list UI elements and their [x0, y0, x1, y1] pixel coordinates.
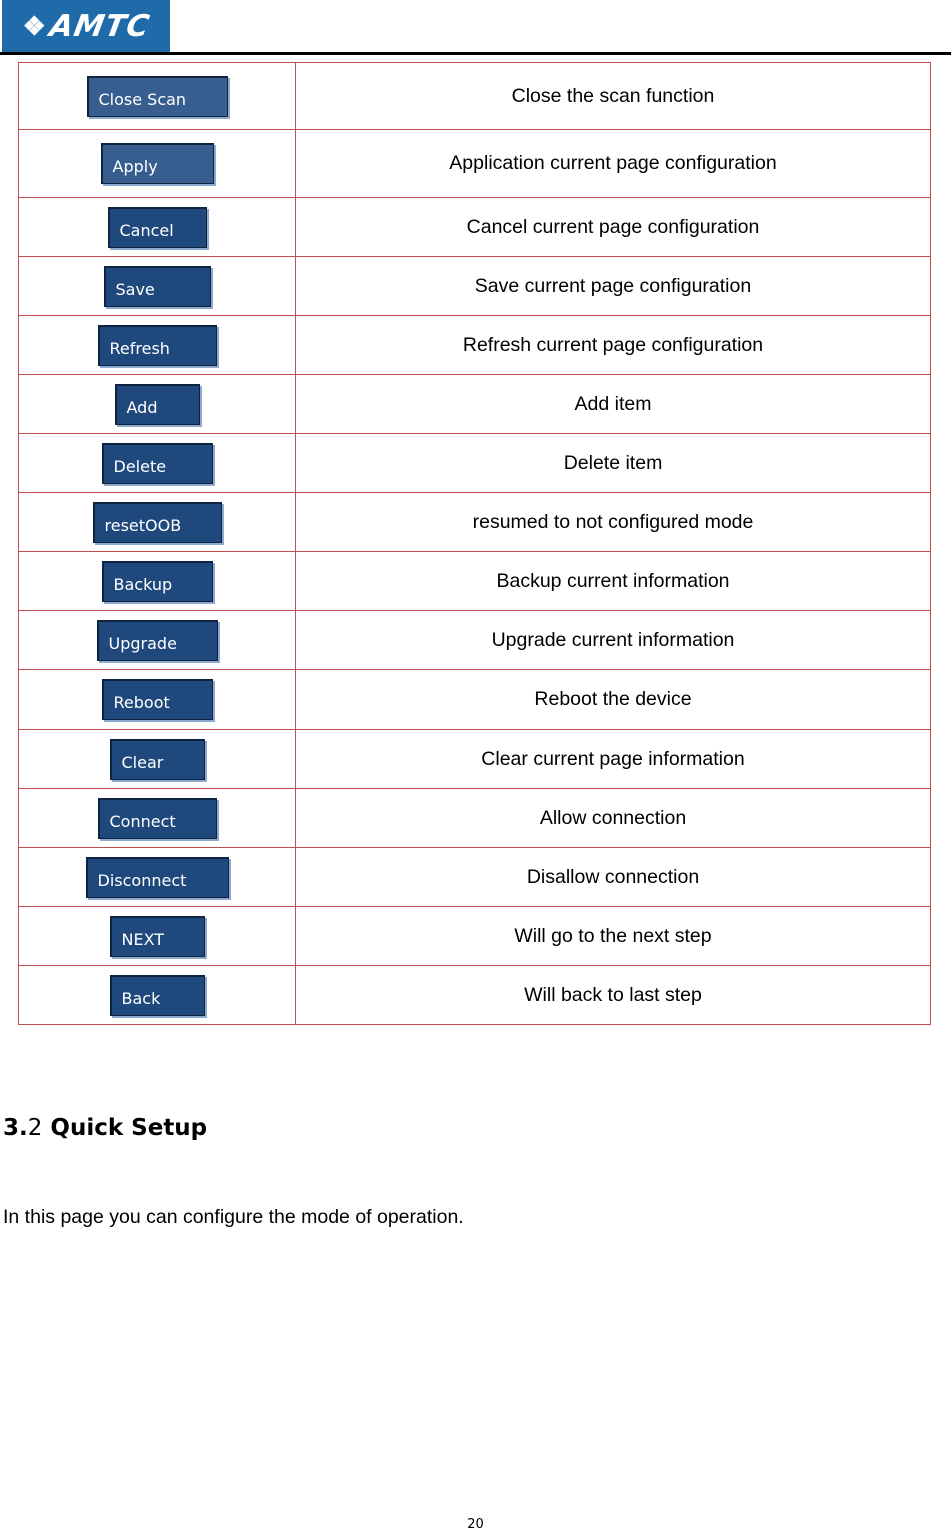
button-cell: Apply: [18, 129, 296, 198]
button-description: Disallow connection: [295, 847, 931, 907]
header-divider: [0, 52, 951, 55]
button-cell: Upgrade: [18, 610, 296, 670]
table-row: Add Add item: [18, 374, 931, 434]
add-button[interactable]: Add: [114, 383, 200, 425]
table-row: Apply Application current page configurat…: [18, 129, 931, 198]
table-row: Disconnect Disallow connection: [18, 847, 931, 907]
button-cell: Delete: [18, 433, 296, 493]
section-heading: 3.2 Quick Setup: [3, 1115, 207, 1141]
logo-text: AMTC: [46, 8, 153, 44]
button-description: Allow connection: [295, 788, 931, 848]
table-row: Refresh Refresh current page configuratio…: [18, 315, 931, 375]
connect-button[interactable]: Connect: [97, 797, 217, 839]
section-title: Quick Setup: [50, 1115, 208, 1141]
save-button[interactable]: Save: [103, 265, 211, 307]
button-description: Will go to the next step: [295, 906, 931, 966]
button-description: Refresh current page configuration: [295, 315, 931, 375]
reboot-button[interactable]: Reboot: [101, 679, 213, 720]
table-row: Connect Allow connection: [18, 788, 931, 848]
next-button[interactable]: NEXT: [109, 915, 205, 957]
table-row: Reboot Reboot the device: [18, 669, 931, 730]
table-row: NEXT Will go to the next step: [18, 906, 931, 966]
button-cell: Reboot: [18, 669, 296, 730]
button-description: Backup current information: [295, 551, 931, 611]
button-description: Cancel current page configuration: [295, 197, 931, 257]
upgrade-button[interactable]: Upgrade: [96, 619, 218, 661]
cancel-button[interactable]: Cancel: [107, 206, 207, 248]
button-description: resumed to not configured mode: [295, 492, 931, 552]
refresh-button[interactable]: Refresh: [97, 324, 217, 366]
resetoob-button[interactable]: resetOOB: [92, 501, 222, 543]
button-cell: Back: [18, 965, 296, 1025]
button-description: Delete item: [295, 433, 931, 493]
amtc-logo-icon: ❖: [22, 10, 46, 41]
button-description: Save current page configuration: [295, 256, 931, 316]
clear-button[interactable]: Clear: [109, 738, 205, 780]
button-cell: resetOOB: [18, 492, 296, 552]
table-row: Backup Backup current information: [18, 551, 931, 611]
button-description: Close the scan function: [295, 62, 931, 130]
button-cell: Disconnect: [18, 847, 296, 907]
table-row: Save Save current page configuration: [18, 256, 931, 316]
table-row: Clear Clear current page information: [18, 729, 931, 789]
button-description: Application current page configuration: [295, 129, 931, 198]
delete-button[interactable]: Delete: [101, 442, 213, 484]
button-cell: Connect: [18, 788, 296, 848]
button-description: Clear current page information: [295, 729, 931, 789]
button-cell: Add: [18, 374, 296, 434]
button-cell: Cancel: [18, 197, 296, 257]
button-cell: NEXT: [18, 906, 296, 966]
backup-button[interactable]: Backup: [101, 560, 213, 602]
button-description: Reboot the device: [295, 669, 931, 730]
apply-button[interactable]: Apply: [100, 143, 214, 184]
section-number-minor: 2: [27, 1115, 43, 1141]
button-reference-table: Close Scan Close the scan function Apply Ap…: [18, 62, 931, 1025]
table-row: resetOOB resumed to not configured mode: [18, 492, 931, 552]
button-description: Upgrade current information: [295, 610, 931, 670]
section-body: In this page you can configure the mode …: [3, 1206, 464, 1228]
back-button[interactable]: Back: [109, 974, 205, 1016]
button-cell: Refresh: [18, 315, 296, 375]
page-number: 20: [467, 1517, 484, 1532]
table-row: Delete Delete item: [18, 433, 931, 493]
button-cell: Backup: [18, 551, 296, 611]
button-description: Will back to last step: [295, 965, 931, 1025]
button-cell: Clear: [18, 729, 296, 789]
section-number-major: 3.: [3, 1115, 28, 1141]
button-cell: Close Scan: [18, 62, 296, 130]
table-row: Back Will back to last step: [18, 965, 931, 1025]
disconnect-button[interactable]: Disconnect: [85, 856, 229, 898]
table-row: Close Scan Close the scan function: [18, 62, 931, 130]
table-row: Upgrade Upgrade current information: [18, 610, 931, 670]
amtc-logo: ❖ AMTC: [2, 0, 170, 52]
button-cell: Save: [18, 256, 296, 316]
table-row: Cancel Cancel current page configuration: [18, 197, 931, 257]
button-description: Add item: [295, 374, 931, 434]
close-scan-button[interactable]: Close Scan: [86, 75, 228, 117]
